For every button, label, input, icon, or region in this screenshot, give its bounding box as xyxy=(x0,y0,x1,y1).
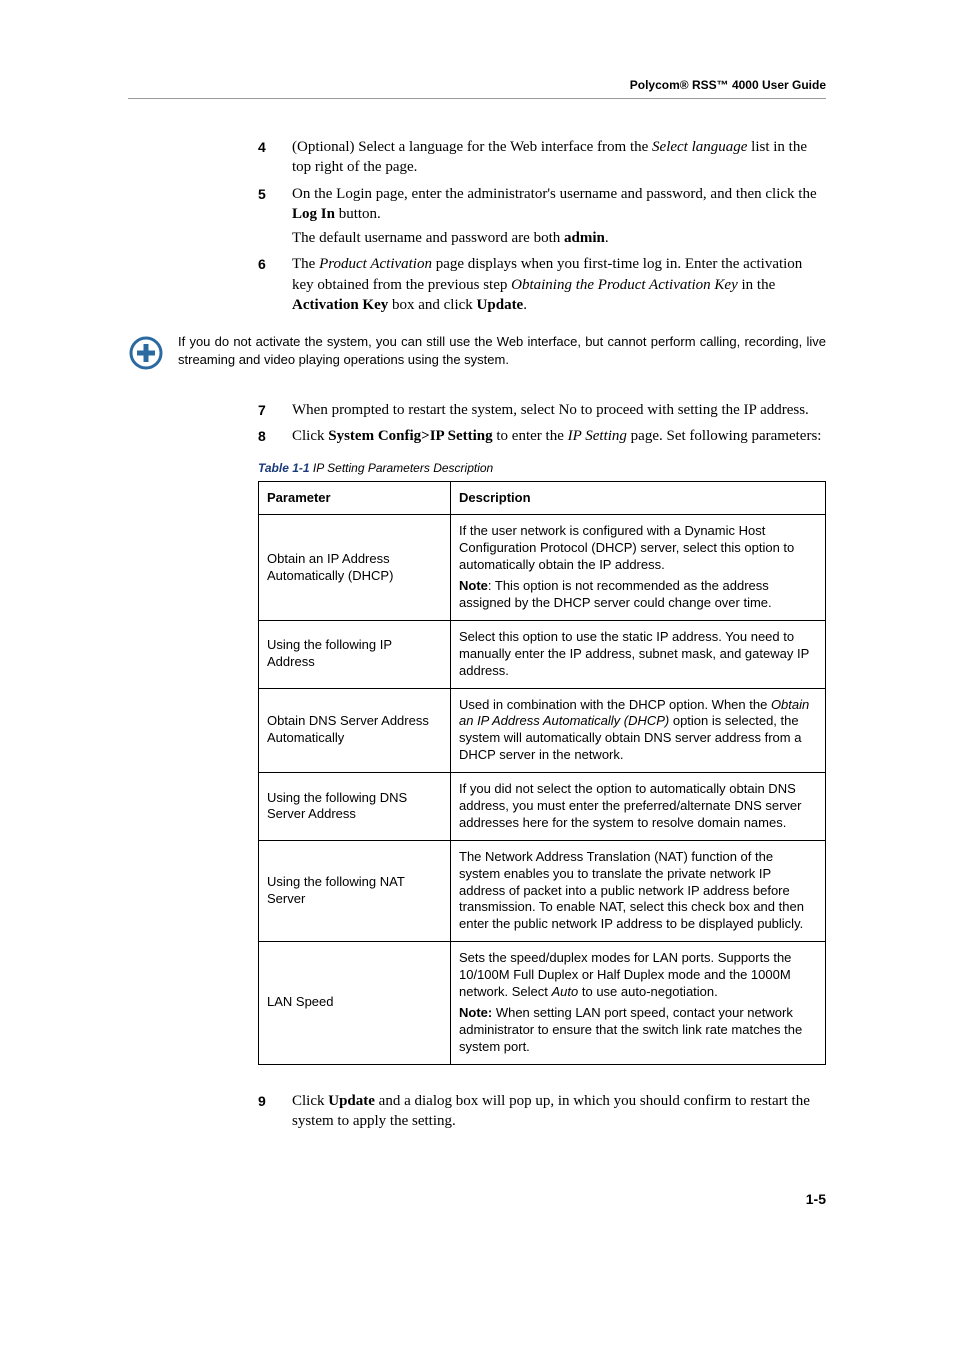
step-text: (Optional) Select a language for the Web… xyxy=(292,137,826,178)
step-8: 8 Click System Config>IP Setting to ente… xyxy=(258,426,826,446)
header-title: Polycom® RSS™ 4000 User Guide xyxy=(128,78,826,99)
note-plus-icon xyxy=(128,335,164,376)
table-row: LAN Speed Sets the speed/duplex modes fo… xyxy=(259,942,826,1064)
note-text: If you do not activate the system, you c… xyxy=(178,333,826,368)
caption-label: Table 1-1 xyxy=(258,461,310,475)
document-page: Polycom® RSS™ 4000 User Guide 4 (Optiona… xyxy=(0,0,954,1267)
step-5: 5 On the Login page, enter the administr… xyxy=(258,184,826,249)
note-block: If you do not activate the system, you c… xyxy=(128,333,826,376)
table-header-row: Parameter Description xyxy=(259,481,826,515)
step-6: 6 The Product Activation page displays w… xyxy=(258,254,826,315)
param-cell: LAN Speed xyxy=(259,942,451,1064)
table-row: Using the following IP Address Select th… xyxy=(259,620,826,688)
step-number: 4 xyxy=(258,137,292,178)
desc-cell: The Network Address Translation (NAT) fu… xyxy=(451,840,826,941)
col-parameter: Parameter xyxy=(259,481,451,515)
param-cell: Obtain DNS Server Address Automatically xyxy=(259,688,451,773)
step-number: 8 xyxy=(258,426,292,446)
table-row: Obtain DNS Server Address Automatically … xyxy=(259,688,826,773)
content-block-1: 4 (Optional) Select a language for the W… xyxy=(258,137,826,315)
table-row: Using the following NAT Server The Netwo… xyxy=(259,840,826,941)
step-4: 4 (Optional) Select a language for the W… xyxy=(258,137,826,178)
page-number: 1-5 xyxy=(128,1191,826,1207)
content-block-2: 7 When prompted to restart the system, s… xyxy=(258,400,826,1131)
step-7: 7 When prompted to restart the system, s… xyxy=(258,400,826,420)
param-cell: Using the following DNS Server Address xyxy=(259,773,451,841)
param-cell: Obtain an IP Address Automatically (DHCP… xyxy=(259,515,451,620)
desc-cell: If you did not select the option to auto… xyxy=(451,773,826,841)
col-description: Description xyxy=(451,481,826,515)
step-9: 9 Click Update and a dialog box will pop… xyxy=(258,1091,826,1132)
step-number: 7 xyxy=(258,400,292,420)
step-number: 6 xyxy=(258,254,292,315)
table-caption: Table 1-1 IP Setting Parameters Descript… xyxy=(258,461,826,475)
ip-setting-table: Parameter Description Obtain an IP Addre… xyxy=(258,481,826,1065)
param-cell: Using the following IP Address xyxy=(259,620,451,688)
table-row: Obtain an IP Address Automatically (DHCP… xyxy=(259,515,826,620)
table-row: Using the following DNS Server Address I… xyxy=(259,773,826,841)
caption-title: IP Setting Parameters Description xyxy=(310,461,494,475)
desc-cell: Select this option to use the static IP … xyxy=(451,620,826,688)
step-text: Click System Config>IP Setting to enter … xyxy=(292,426,826,446)
step-text: The Product Activation page displays whe… xyxy=(292,254,826,315)
step-subtext: The default username and password are bo… xyxy=(292,228,826,248)
step-number: 5 xyxy=(258,184,292,249)
desc-cell: Used in combination with the DHCP option… xyxy=(451,688,826,773)
step-text: On the Login page, enter the administrat… xyxy=(292,184,826,249)
desc-cell: If the user network is configured with a… xyxy=(451,515,826,620)
step-text: When prompted to restart the system, sel… xyxy=(292,400,826,420)
step-number: 9 xyxy=(258,1091,292,1132)
desc-cell: Sets the speed/duplex modes for LAN port… xyxy=(451,942,826,1064)
param-cell: Using the following NAT Server xyxy=(259,840,451,941)
step-text: Click Update and a dialog box will pop u… xyxy=(292,1091,826,1132)
